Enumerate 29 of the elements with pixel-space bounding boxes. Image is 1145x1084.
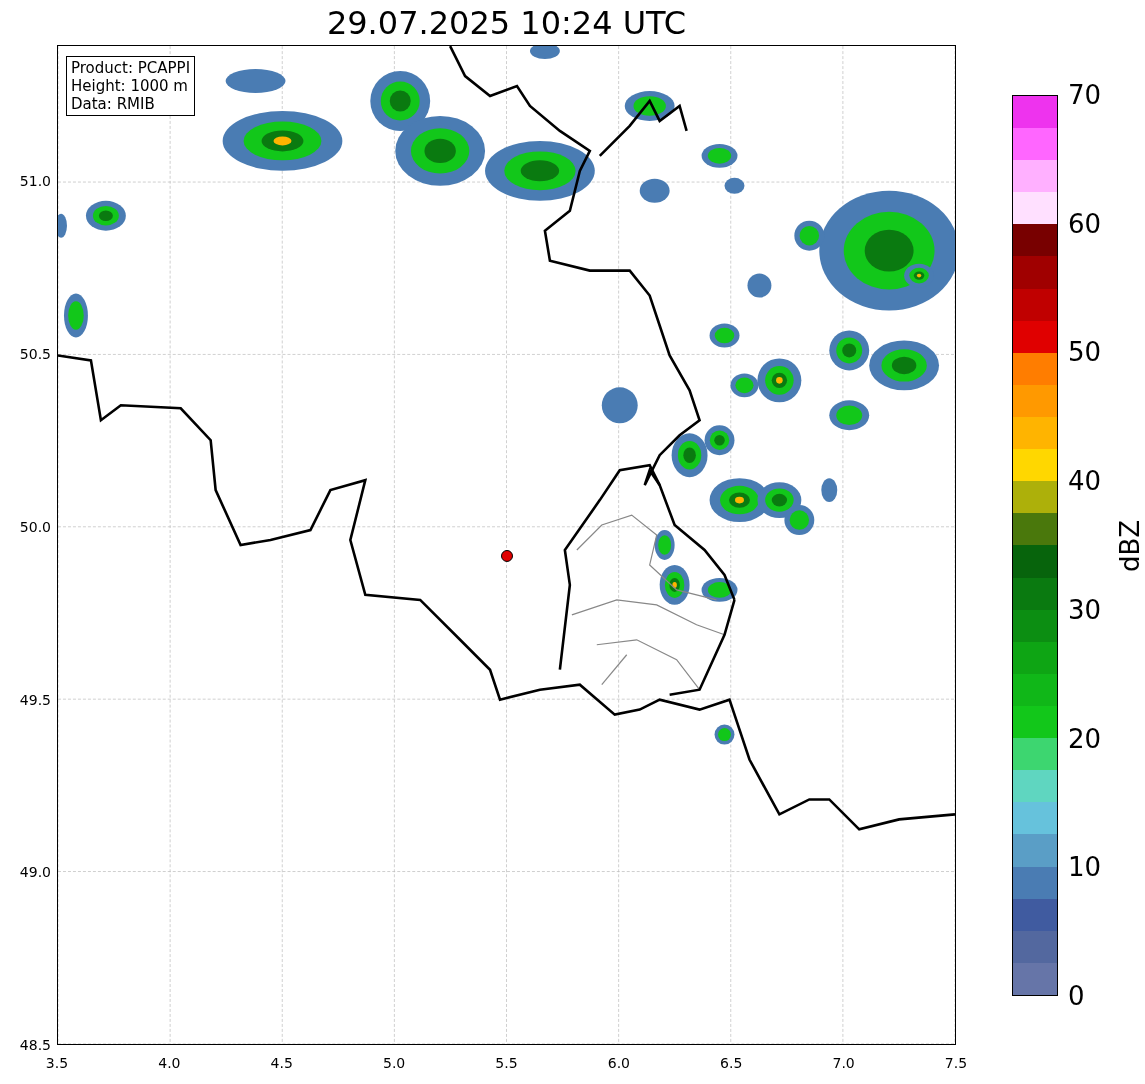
y-axis-tick-label: 50.5 [19, 346, 51, 362]
chart-title: 29.07.2025 10:24 UTC [325, 2, 688, 44]
radar-site-marker [501, 550, 513, 562]
colorbar-tick-label: 10 [1068, 852, 1102, 883]
x-axis-tick-label: 6.0 [607, 1055, 630, 1071]
colorbar-label: dBZ [1115, 519, 1145, 572]
x-axis-tick-label: 5.0 [383, 1055, 406, 1071]
colorbar-tick-label: 0 [1068, 981, 1085, 1011]
y-axis-tick-label: 48.5 [19, 1037, 51, 1053]
y-axis-tick-label: 49.5 [19, 691, 51, 708]
colorbar-tick-label: 70 [1068, 80, 1102, 110]
x-axis-tick-label: 7.0 [832, 1055, 855, 1071]
x-axis-tick-label: 6.5 [720, 1055, 743, 1071]
colorbar-tick-label: 50 [1068, 337, 1102, 368]
x-axis-tick-label: 4.0 [158, 1055, 181, 1071]
y-axis-tick-label: 51.0 [19, 173, 51, 190]
colorbar-tick-label: 30 [1068, 594, 1102, 625]
info-text: Product: PCAPPI [71, 59, 191, 77]
colorbar-tick-label: 60 [1068, 208, 1102, 239]
y-axis-tick-label: 49.0 [19, 864, 51, 881]
x-axis-tick-label: 7.5 [944, 1055, 968, 1071]
colorbar-tick-label: 40 [1068, 466, 1102, 497]
info-text: Height: 1000 m [71, 77, 189, 95]
x-axis-tick-label: 4.5 [270, 1055, 293, 1071]
x-axis-tick-label: 5.5 [495, 1055, 518, 1071]
colorbar-tick-label: 20 [1068, 723, 1102, 754]
info-text: Data: RMIB [71, 95, 156, 113]
x-axis-tick-label: 3.5 [45, 1055, 69, 1071]
y-axis-tick-label: 50.0 [19, 518, 51, 535]
